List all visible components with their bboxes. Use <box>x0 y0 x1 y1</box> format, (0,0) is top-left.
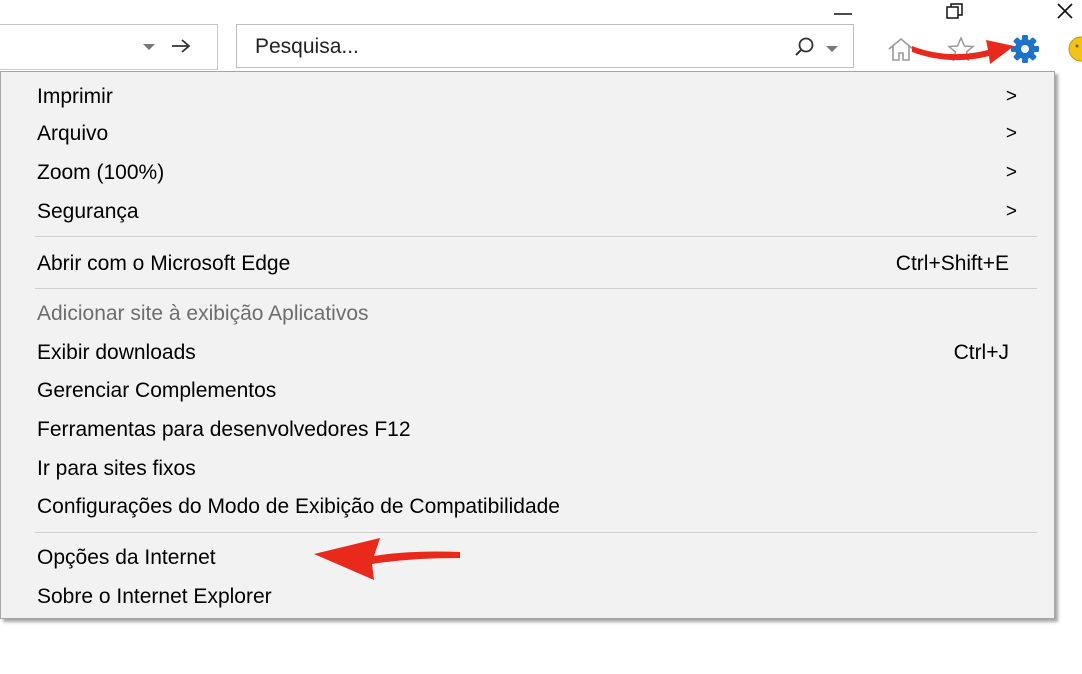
favorites-star-icon[interactable] <box>944 32 978 66</box>
chevron-right-icon: > <box>1005 123 1017 144</box>
arrow-right-icon[interactable] <box>170 37 192 60</box>
chevron-down-icon[interactable] <box>142 39 156 57</box>
menu-item-label: Segurança <box>37 200 139 223</box>
menu-item-view-downloads[interactable]: Exibir downloads Ctrl+J <box>21 335 1031 371</box>
menu-item-label: Abrir com o Microsoft Edge <box>37 252 291 275</box>
menu-item-dev-tools[interactable]: Ferramentas para desenvolvedores F12 <box>21 412 1031 448</box>
shortcut-label: Ctrl+Shift+E <box>895 252 1009 275</box>
chevron-right-icon: > <box>1005 201 1017 222</box>
menu-item-label: Exibir downloads <box>37 341 196 364</box>
menu-item-arquivo[interactable]: Arquivo > <box>21 116 1031 152</box>
close-icon[interactable] <box>1050 0 1080 24</box>
chevron-right-icon: > <box>1005 162 1017 183</box>
menu-item-about-ie[interactable]: Sobre o Internet Explorer <box>21 579 1031 615</box>
gear-icon[interactable] <box>1008 32 1042 66</box>
shortcut-label: Ctrl+J <box>953 341 1009 364</box>
menu-separator <box>35 236 1037 237</box>
menu-item-add-site-apps: Adicionar site à exibição Aplicativos <box>21 296 1031 332</box>
menu-item-compat-view-settings[interactable]: Configurações do Modo de Exibição de Com… <box>21 489 1031 525</box>
chevron-right-icon: > <box>1005 86 1017 107</box>
menu-item-pinned-sites[interactable]: Ir para sites fixos <box>21 451 1031 487</box>
menu-item-open-edge[interactable]: Abrir com o Microsoft Edge Ctrl+Shift+E <box>21 246 1031 282</box>
browser-window: Imprimir > Arquivo > Zoom (100%) > Segur… <box>0 0 1082 674</box>
menu-item-internet-options[interactable]: Opções da Internet <box>21 540 1031 576</box>
menu-item-label: Zoom (100%) <box>37 161 165 184</box>
menu-item-label: Opções da Internet <box>37 546 216 569</box>
home-icon[interactable] <box>884 32 918 66</box>
tools-menu: Imprimir > Arquivo > Zoom (100%) > Segur… <box>0 71 1055 619</box>
menu-item-label: Imprimir <box>37 85 113 108</box>
menu-separator <box>35 532 1037 533</box>
menu-item-label: Gerenciar Complementos <box>37 379 277 402</box>
menu-item-seguranca[interactable]: Segurança > <box>21 194 1031 230</box>
menu-item-imprimir[interactable]: Imprimir > <box>21 79 1031 115</box>
menu-item-label: Sobre o Internet Explorer <box>37 585 272 608</box>
search-input[interactable] <box>255 33 735 61</box>
minimize-icon[interactable] <box>828 0 858 24</box>
menu-item-label: Ferramentas para desenvolvedores F12 <box>37 418 411 441</box>
smiley-icon[interactable] <box>1064 32 1082 66</box>
menu-item-label: Ir para sites fixos <box>37 457 196 480</box>
menu-item-label: Arquivo <box>37 122 109 145</box>
search-box[interactable] <box>236 24 854 68</box>
restore-icon[interactable] <box>940 0 970 24</box>
menu-separator <box>35 288 1037 289</box>
menu-item-label: Adicionar site à exibição Aplicativos <box>37 302 369 325</box>
search-icon[interactable] <box>793 35 817 64</box>
chevron-down-icon[interactable] <box>825 41 839 59</box>
menu-item-zoom[interactable]: Zoom (100%) > <box>21 155 1031 191</box>
menu-item-label: Configurações do Modo de Exibição de Com… <box>37 495 560 518</box>
menu-item-manage-addons[interactable]: Gerenciar Complementos <box>21 373 1031 409</box>
